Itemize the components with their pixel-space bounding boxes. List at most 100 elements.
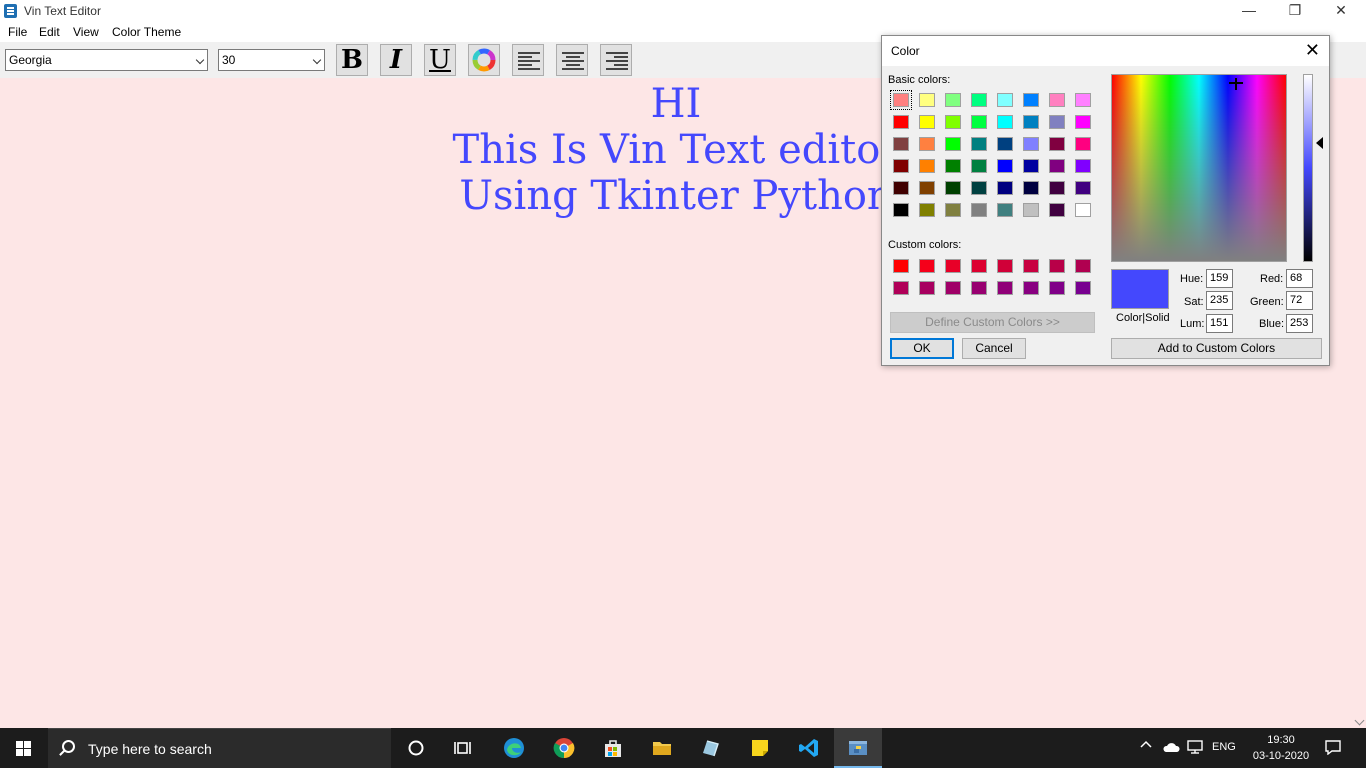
color-swatch[interactable] <box>945 137 961 151</box>
chevron-up-icon[interactable] <box>1140 739 1152 751</box>
color-swatch[interactable] <box>945 281 961 295</box>
chrome-button[interactable] <box>540 728 588 768</box>
color-swatch[interactable] <box>997 137 1013 151</box>
color-swatch[interactable] <box>1075 93 1091 107</box>
color-swatch[interactable] <box>893 115 909 129</box>
red-field[interactable]: 68 <box>1286 269 1313 288</box>
color-swatch[interactable] <box>971 159 987 173</box>
color-swatch[interactable] <box>1023 281 1039 295</box>
notification-icon[interactable] <box>1325 740 1341 758</box>
color-swatch[interactable] <box>1075 181 1091 195</box>
color-swatch[interactable] <box>971 281 987 295</box>
italic-button[interactable]: I <box>380 44 412 76</box>
color-swatch[interactable] <box>919 115 935 129</box>
color-swatch[interactable] <box>1023 137 1039 151</box>
color-swatch[interactable] <box>1075 259 1091 273</box>
color-swatch[interactable] <box>971 137 987 151</box>
add-to-custom-colors-button[interactable]: Add to Custom Colors <box>1111 338 1322 359</box>
color-swatch[interactable] <box>971 181 987 195</box>
color-swatch[interactable] <box>890 90 912 110</box>
color-swatch[interactable] <box>997 203 1013 217</box>
color-swatch[interactable] <box>1049 115 1065 129</box>
dialog-close-icon[interactable]: ✕ <box>1305 41 1320 59</box>
color-swatch[interactable] <box>1075 137 1091 151</box>
blue-field[interactable]: 253 <box>1286 314 1313 333</box>
restore-button[interactable]: ❐ <box>1272 0 1318 22</box>
color-swatch[interactable] <box>919 137 935 151</box>
ok-button[interactable]: OK <box>890 338 954 359</box>
color-swatch[interactable] <box>1049 137 1065 151</box>
color-swatch[interactable] <box>1075 281 1091 295</box>
color-swatch[interactable] <box>919 259 935 273</box>
color-swatch[interactable] <box>1075 115 1091 129</box>
task-view-button[interactable] <box>440 728 488 768</box>
color-swatch[interactable] <box>893 159 909 173</box>
store-button[interactable] <box>589 728 637 768</box>
start-button[interactable] <box>0 728 48 768</box>
color-swatch[interactable] <box>945 203 961 217</box>
color-swatch[interactable] <box>919 203 935 217</box>
color-swatch[interactable] <box>1023 93 1039 107</box>
color-swatch[interactable] <box>971 203 987 217</box>
color-swatch[interactable] <box>1049 159 1065 173</box>
color-swatch[interactable] <box>893 281 909 295</box>
luminosity-arrow-icon[interactable] <box>1316 137 1323 149</box>
align-right-button[interactable] <box>600 44 632 76</box>
color-swatch[interactable] <box>1049 93 1065 107</box>
menu-color-theme[interactable]: Color Theme <box>112 25 181 39</box>
color-swatch[interactable] <box>1023 159 1039 173</box>
color-swatch[interactable] <box>945 93 961 107</box>
network-icon[interactable] <box>1187 740 1203 757</box>
sticky-notes-button[interactable] <box>736 728 784 768</box>
lum-field[interactable]: 151 <box>1206 314 1233 333</box>
color-swatch[interactable] <box>1049 259 1065 273</box>
color-swatch[interactable] <box>1023 115 1039 129</box>
taskbar-search-box[interactable]: Type here to search <box>48 728 391 768</box>
color-swatch[interactable] <box>893 137 909 151</box>
color-swatch[interactable] <box>919 281 935 295</box>
language-indicator[interactable]: ENG <box>1212 741 1236 753</box>
color-swatch[interactable] <box>997 259 1013 273</box>
color-swatch[interactable] <box>997 115 1013 129</box>
color-swatch[interactable] <box>1023 181 1039 195</box>
green-field[interactable]: 72 <box>1286 291 1313 310</box>
color-swatch[interactable] <box>997 93 1013 107</box>
minimize-button[interactable]: — <box>1226 0 1272 22</box>
sat-field[interactable]: 235 <box>1206 291 1233 310</box>
color-swatch[interactable] <box>1049 203 1065 217</box>
color-swatch[interactable] <box>945 159 961 173</box>
luminosity-slider[interactable] <box>1303 74 1313 262</box>
python-button[interactable] <box>834 728 882 768</box>
cortana-button[interactable] <box>392 728 440 768</box>
color-swatch[interactable] <box>919 93 935 107</box>
vscode-button[interactable] <box>785 728 833 768</box>
hue-field[interactable]: 159 <box>1206 269 1233 288</box>
cancel-button[interactable]: Cancel <box>962 338 1026 359</box>
menu-edit[interactable]: Edit <box>39 25 60 39</box>
align-left-button[interactable] <box>512 44 544 76</box>
color-swatch[interactable] <box>971 115 987 129</box>
color-swatch[interactable] <box>893 203 909 217</box>
scroll-down-icon[interactable] <box>1354 715 1365 726</box>
onedrive-icon[interactable] <box>1162 741 1180 756</box>
color-swatch[interactable] <box>1049 181 1065 195</box>
vertical-scrollbar[interactable] <box>1352 78 1366 728</box>
taskbar-clock[interactable]: 19:30 03-10-2020 <box>1252 732 1310 764</box>
color-swatch[interactable] <box>1023 203 1039 217</box>
close-button[interactable]: ✕ <box>1318 0 1364 22</box>
color-swatch[interactable] <box>945 115 961 129</box>
font-color-button[interactable] <box>468 44 500 76</box>
color-swatch[interactable] <box>919 181 935 195</box>
font-family-combo[interactable]: Georgia <box>5 49 208 71</box>
color-swatch[interactable] <box>1023 259 1039 273</box>
underline-button[interactable]: U <box>424 44 456 76</box>
align-center-button[interactable] <box>556 44 588 76</box>
color-swatch[interactable] <box>945 181 961 195</box>
color-swatch[interactable] <box>997 281 1013 295</box>
color-swatch[interactable] <box>997 181 1013 195</box>
color-swatch[interactable] <box>1049 281 1065 295</box>
color-swatch[interactable] <box>945 259 961 273</box>
edge-button[interactable] <box>490 728 538 768</box>
color-swatch[interactable] <box>971 259 987 273</box>
color-swatch[interactable] <box>893 181 909 195</box>
